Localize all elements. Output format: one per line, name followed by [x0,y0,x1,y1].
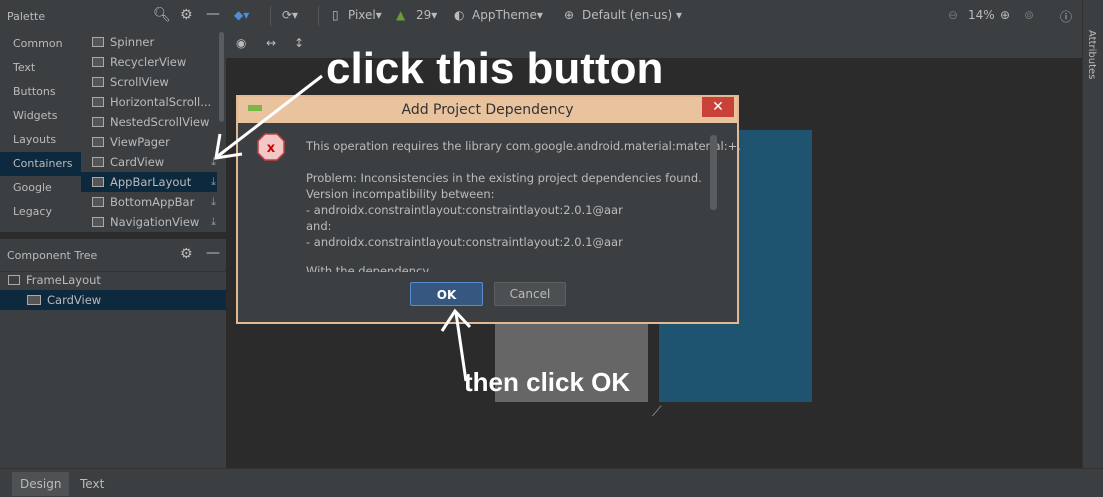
palette-item-label: CardView [110,155,165,169]
tree-minimize-icon[interactable]: — [206,245,220,261]
device-icon: ▯ [332,8,339,22]
annotation-click-ok: then click OK [464,367,631,397]
theme-selector[interactable]: AppTheme▾ [472,8,543,22]
palette-item[interactable]: Spinner [81,32,226,52]
nested-scroll-icon [92,117,104,127]
download-icon[interactable]: ⤓ [211,192,216,212]
category-common[interactable]: Common [0,32,81,56]
dialog-message-line: - androidx.constraintlayout:constraintla… [306,235,623,249]
tree-node-framelayout[interactable]: FrameLayout [8,270,226,290]
cardview-icon [27,295,41,305]
palette-item-label: ViewPager [110,135,170,149]
palette-title: Palette [7,10,46,23]
dialog-scrollbar[interactable] [710,135,717,210]
zoom-in-icon[interactable]: ⊕ [1000,8,1010,22]
warning-icon[interactable]: ⓘ [1060,8,1072,25]
zoom-fit-icon[interactable]: ⊚ [1024,8,1034,22]
list-icon [92,57,104,67]
palette-item-label: HorizontalScroll... [110,95,212,109]
attributes-tab[interactable]: Attributes [1086,30,1097,79]
tree-gear-icon[interactable]: ⚙ [180,246,193,262]
navigation-icon [92,217,104,227]
tree-node-label: FrameLayout [26,273,101,287]
tree-node-cardview[interactable]: CardView [0,290,226,310]
eye-icon[interactable]: ◉ [236,36,246,50]
zoom-level: 14% [968,8,995,22]
palette-item[interactable]: AppBarLayout ⤓ [81,172,226,192]
download-icon[interactable]: ⤓ [211,172,216,192]
android-icon: ▲ [396,8,406,22]
category-buttons[interactable]: Buttons [0,80,81,104]
theme-label: AppTheme [472,8,537,22]
globe-icon: ⊕ [564,8,575,22]
dialog-message-line: - androidx.constraintlayout:constraintla… [306,203,623,217]
category-text[interactable]: Text [0,56,81,80]
minimize-icon[interactable]: — [206,6,220,22]
download-icon[interactable]: ⤓ [211,212,216,232]
design-toolbar: ◆▾ ⟳▾ ▯ Pixel▾ ▲ 29▾ ◐ AppTheme▾ ⊕ Defau… [226,0,1082,33]
cancel-button[interactable]: Cancel [494,282,566,306]
palette-item-label: ScrollView [110,75,169,89]
viewpager-icon [92,137,104,147]
theme-icon: ◐ [454,8,465,22]
search-icon[interactable]: 🔍︎ [153,7,171,23]
category-legacy[interactable]: Legacy [0,200,81,224]
bottom-bar [0,468,1103,497]
dialog-message-line: and: [306,219,332,233]
tab-design[interactable]: Design [12,472,70,496]
horizontal-scroll-icon [92,97,104,107]
bottom-appbar-icon [92,197,104,207]
palette-item-label: NavigationView [110,215,200,229]
palette-item-label: NestedScrollView [110,115,210,129]
scrollview-icon [92,77,104,87]
category-layouts[interactable]: Layouts [0,128,81,152]
palette-item-label: BottomAppBar [110,195,195,209]
locale-selector[interactable]: Default (en-us) ▾ [582,8,682,22]
gear-icon[interactable]: ⚙ [180,7,193,23]
palette-item[interactable]: BottomAppBar ⤓ [81,192,226,212]
dialog-message-line: Version incompatibility between: [306,187,495,201]
resize-handle-icon[interactable]: ⟋ [652,404,662,420]
dialog-message-line: This operation requires the library com.… [306,139,741,153]
device-label: Pixel [348,8,376,22]
dialog-message-line: With the dependency [306,264,430,272]
category-widgets[interactable]: Widgets [0,104,81,128]
palette-item[interactable]: NavigationView ⤓ [81,212,226,232]
close-button[interactable]: ✕ [702,97,734,117]
palette-item-label: Spinner [110,35,155,49]
tree-node-label: CardView [47,293,102,307]
category-containers[interactable]: Containers [0,152,81,176]
orientation-icon[interactable]: ⟳▾ [282,8,298,22]
spinner-icon [92,37,104,47]
vertical-expand-icon[interactable]: ↕ [294,36,304,50]
dialog-message-line: Problem: Inconsistencies in the existing… [306,171,702,185]
palette-categories: Common Text Buttons Widgets Layouts Cont… [0,32,81,232]
horizontal-expand-icon[interactable]: ↔ [266,36,276,50]
arrow-to-download-icon [214,74,323,160]
palette-item-label: RecyclerView [110,55,187,69]
framelayout-icon [8,275,20,285]
layers-icon[interactable]: ◆▾ [234,8,249,22]
arrow-to-ok-icon [440,308,472,382]
ok-button[interactable]: OK [410,282,483,306]
appbar-icon [92,177,104,187]
api-selector[interactable]: 29▾ [416,8,437,22]
component-tree-title: Component Tree [7,249,98,262]
locale-label: Default (en-us) [582,8,673,22]
zoom-out-icon[interactable]: ⊖ [948,8,958,22]
palette-items: Spinner RecyclerView ScrollView Horizont… [81,32,226,232]
cardview-icon [92,157,104,167]
tab-text[interactable]: Text [72,472,112,496]
annotation-click-button: click this button [326,44,664,93]
device-selector[interactable]: Pixel▾ [348,8,382,22]
palette-item-label: AppBarLayout [110,175,192,189]
api-label: 29 [416,8,432,22]
category-google[interactable]: Google [0,176,81,200]
